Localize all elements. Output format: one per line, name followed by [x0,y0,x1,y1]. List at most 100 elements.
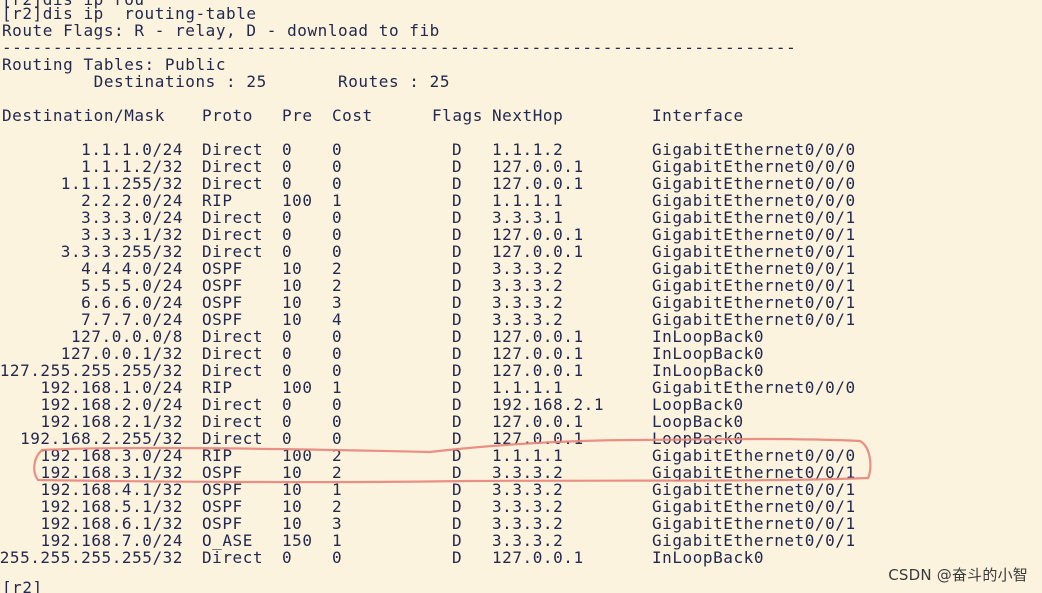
cell-interface: LoopBack0 [652,412,744,431]
cell-proto: OSPF [202,259,243,278]
table-row: 7.7.7.0/24 OSPF 10 4 D 3.3.3.2 GigabitEthernet… [0,311,1042,328]
cell-proto: RIP [202,378,233,397]
cell-interface: GigabitEthernet0/0/1 [652,531,856,550]
cell-interface: InLoopBack0 [652,361,765,380]
table-row: 3.3.3.0/24 Direct 0 0 D 3.3.3.1 GigabitEtherne… [0,209,1042,226]
cell-destination: 127.0.0.0/8 [70,327,183,346]
cell-cost: 2 [332,497,343,516]
cell-flags: D [452,157,463,176]
cell-pre: 10 [282,463,303,482]
cell-pre: 0 [282,140,293,159]
cell-pre: 0 [282,208,293,227]
cell-nexthop: 3.3.3.1 [492,208,564,227]
cell-cost: 2 [332,463,343,482]
header-proto: Proto [202,106,253,125]
cell-interface: GigabitEthernet0/0/1 [652,225,856,244]
cell-nexthop: 127.0.0.1 [492,157,584,176]
cell-interface: GigabitEthernet0/0/0 [652,140,856,159]
cell-flags: D [452,514,463,533]
cell-proto: RIP [202,191,233,210]
cell-pre: 0 [282,344,293,363]
cell-pre: 10 [282,310,303,329]
cell-pre: 0 [282,327,293,346]
cell-pre: 100 [282,378,313,397]
cell-interface: GigabitEthernet0/0/1 [652,463,856,482]
cell-cost: 0 [332,174,343,193]
cell-destination: 127.255.255.255/32 [0,361,183,380]
cell-flags: D [452,293,463,312]
cell-flags: D [452,531,463,550]
cell-cost: 2 [332,259,343,278]
table-row: 1.1.1.2/32 Direct 0 0 D 127.0.0.1 GigabitEther… [0,158,1042,175]
cell-proto: Direct [202,327,264,346]
cell-nexthop: 3.3.3.2 [492,276,564,295]
cell-nexthop: 127.0.0.1 [492,174,584,193]
cell-nexthop: 3.3.3.2 [492,463,564,482]
cell-cost: 3 [332,514,343,533]
table-row: 3.3.3.255/32 Direct 0 0 D 127.0.0.1 GigabitEth… [0,243,1042,260]
cell-cost: 0 [332,344,343,363]
cell-nexthop: 1.1.1.2 [492,140,564,159]
cell-cost: 0 [332,395,343,414]
cell-interface: GigabitEthernet0/0/1 [652,208,856,227]
route-counts: Destinations : 25 Routes : 25 [2,72,451,91]
terminal-output[interactable]: [r2]dis ip rou [r2]dis ip routing-table … [0,0,1042,593]
cell-interface: LoopBack0 [652,429,744,448]
table-row: 192.168.5.1/32 OSPF 10 2 D 3.3.3.2 GigabitEthe… [0,498,1042,515]
command-line: [r2]dis ip routing-table [2,4,257,23]
cell-pre: 0 [282,412,293,431]
table-row: 1.1.1.0/24 Direct 0 0 D 1.1.1.2 GigabitEtherne… [0,141,1042,158]
cell-pre: 0 [282,242,293,261]
cell-proto: OSPF [202,514,243,533]
cell-destination: 192.168.1.0/24 [40,378,183,397]
cell-cost: 0 [332,208,343,227]
header-interface: Interface [652,106,744,125]
table-row: 192.168.1.0/24 RIP 100 1 D 1.1.1.1 GigabitEthe… [0,379,1042,396]
table-row: 192.168.4.1/32 OSPF 10 1 D 3.3.3.2 GigabitEthe… [0,481,1042,498]
cell-flags: D [452,480,463,499]
cell-cost: 2 [332,446,343,465]
cell-destination: 1.1.1.255/32 [60,174,183,193]
cell-pre: 0 [282,361,293,380]
cell-pre: 0 [282,395,293,414]
cell-cost: 1 [332,378,343,397]
cell-cost: 1 [332,480,343,499]
cell-destination: 127.0.0.1/32 [60,344,183,363]
cell-flags: D [452,208,463,227]
cell-interface: GigabitEthernet0/0/1 [652,259,856,278]
cell-interface: GigabitEthernet0/0/1 [652,480,856,499]
cell-nexthop: 127.0.0.1 [492,327,584,346]
cell-cost: 0 [332,140,343,159]
cell-interface: InLoopBack0 [652,344,765,363]
cell-pre: 150 [282,531,313,550]
cell-cost: 0 [332,412,343,431]
cell-pre: 0 [282,225,293,244]
cell-nexthop: 127.0.0.1 [492,242,584,261]
cell-proto: Direct [202,208,264,227]
cell-proto: Direct [202,174,264,193]
cell-destination: 4.4.4.0/24 [81,259,183,278]
cell-proto: O_ASE [202,531,253,550]
table-row: 192.168.2.1/32 Direct 0 0 D 127.0.0.1 LoopBack… [0,413,1042,430]
cell-destination: 255.255.255.255/32 [0,548,183,567]
cell-interface: GigabitEthernet0/0/1 [652,242,856,261]
cell-nexthop: 127.0.0.1 [492,429,584,448]
cell-flags: D [452,446,463,465]
cell-destination: 192.168.7.0/24 [40,531,183,550]
cell-interface: GigabitEthernet0/0/0 [652,378,856,397]
cell-interface: GigabitEthernet0/0/0 [652,446,856,465]
cell-destination: 192.168.2.1/32 [40,412,183,431]
table-row: 255.255.255.255/32 Direct 0 0 D 127.0.0.1 InLo… [0,549,1042,566]
route-flags-legend: Route Flags: R - relay, D - download to … [2,21,440,40]
cell-destination: 1.1.1.2/32 [81,157,183,176]
header-cost: Cost [332,106,373,125]
cell-proto: Direct [202,242,264,261]
cell-proto: OSPF [202,463,243,482]
cell-flags: D [452,395,463,414]
cell-cost: 1 [332,191,343,210]
cell-proto: Direct [202,225,264,244]
cell-nexthop: 3.3.3.2 [492,293,564,312]
cell-proto: OSPF [202,293,243,312]
cell-interface: InLoopBack0 [652,548,765,567]
cell-interface: GigabitEthernet0/0/1 [652,293,856,312]
